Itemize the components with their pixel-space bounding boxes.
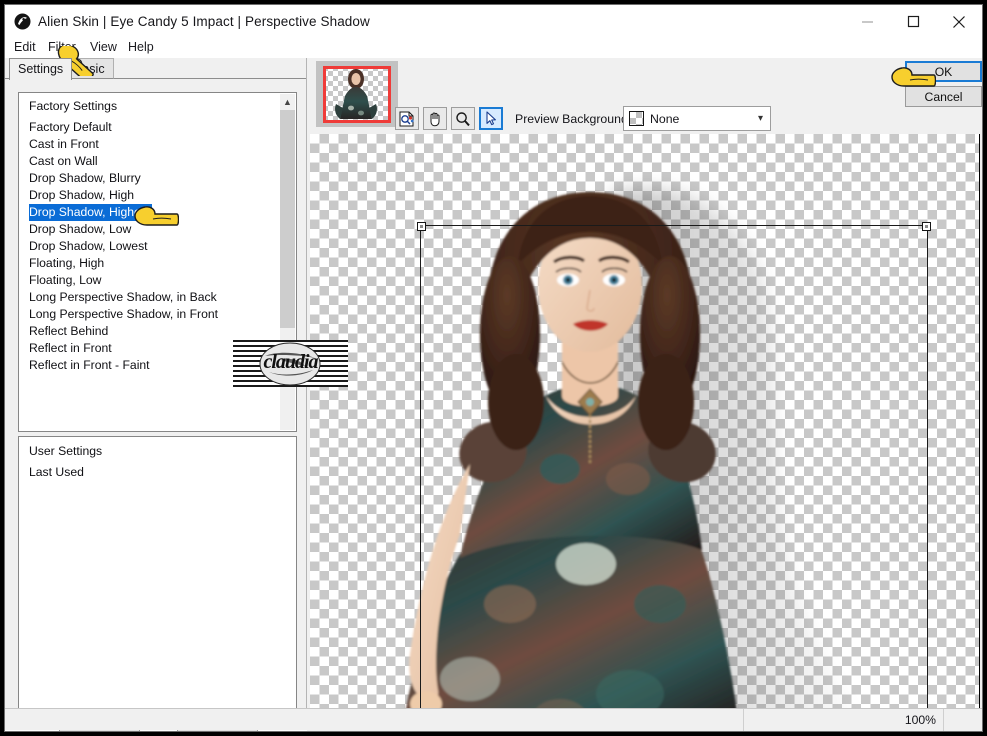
pointing-hand-cursor-ok <box>891 67 936 87</box>
settings-panel: Settings Basic Factory Settings Factory … <box>5 58 307 731</box>
menu-item-edit[interactable]: Edit <box>14 40 36 54</box>
close-button[interactable] <box>936 5 982 38</box>
chevron-down-icon[interactable]: ▾ <box>758 113 763 124</box>
menu-item-help[interactable]: Help <box>128 40 154 54</box>
list-item[interactable]: Long Perspective Shadow, in Front <box>19 306 296 323</box>
checkerboard-swatch <box>629 111 644 126</box>
preview-background-label: Preview Background: <box>515 112 632 126</box>
preview-background-select[interactable]: None ▾ <box>623 106 771 131</box>
list-item[interactable]: Drop Shadow, Lowest <box>19 238 296 255</box>
list-item[interactable]: Reflect Behind <box>19 323 296 340</box>
ok-button-label: OK <box>934 64 953 79</box>
image-canvas[interactable] <box>310 134 980 731</box>
status-divider <box>743 709 744 731</box>
user-settings-list[interactable]: User Settings Last Used <box>18 436 297 718</box>
window-controls <box>844 5 982 38</box>
minimize-button[interactable] <box>844 5 890 38</box>
scrollbar-thumb[interactable] <box>280 110 295 328</box>
tab-settings-label: Settings <box>18 62 64 76</box>
list-item[interactable]: Long Perspective Shadow, in Back <box>19 289 296 306</box>
user-list-group-header: User Settings <box>29 444 103 458</box>
maximize-button[interactable] <box>890 5 936 38</box>
list-group-header: Factory Settings <box>29 99 118 113</box>
zoom-tool-icon[interactable] <box>451 107 475 130</box>
zoom-level: 100% <box>904 713 936 727</box>
list-item[interactable]: Floating, High <box>19 255 296 272</box>
app-icon <box>14 13 31 30</box>
preview-background-value: None <box>650 111 680 126</box>
marquee-handle-top-left[interactable] <box>417 222 426 231</box>
preview-pane: Preview Background: None ▾ 100% <box>307 58 982 731</box>
thumbnail-navigator[interactable] <box>316 61 398 127</box>
status-bar: 100% <box>307 708 982 731</box>
tab-settings[interactable]: Settings <box>9 58 73 80</box>
list-item[interactable]: Cast on Wall <box>19 153 296 170</box>
thumbnail-selection-rect[interactable] <box>323 66 391 123</box>
window-title: Alien Skin | Eye Candy 5 Impact | Perspe… <box>38 14 370 29</box>
preview-toolbar <box>395 106 507 131</box>
list-item[interactable]: Cast in Front <box>19 136 296 153</box>
hand-tool-icon[interactable] <box>423 107 447 130</box>
selection-marquee[interactable] <box>417 222 931 731</box>
panel-status-strip <box>5 708 307 730</box>
watermark-text: claudia <box>263 351 318 373</box>
application-window: Alien Skin | Eye Candy 5 Impact | Perspe… <box>4 4 983 732</box>
title-bar: Alien Skin | Eye Candy 5 Impact | Perspe… <box>5 5 982 38</box>
status-divider <box>943 709 944 731</box>
list-item[interactable]: Drop Shadow, Blurry <box>19 170 296 187</box>
list-item[interactable]: Last Used <box>19 464 296 481</box>
list-item[interactable]: Factory Default <box>19 119 296 136</box>
list-item[interactable]: Floating, Low <box>19 272 296 289</box>
pointing-hand-cursor-list <box>134 206 179 226</box>
image-watermark: claudia <box>233 340 348 387</box>
pointer-tool-icon[interactable] <box>479 107 503 130</box>
marquee-handle-top-right[interactable] <box>922 222 931 231</box>
chevron-up-icon[interactable]: ▲ <box>280 94 295 110</box>
preview-toggle-icon[interactable] <box>395 107 419 130</box>
menu-bar: Edit Filter View Help <box>5 38 982 58</box>
tab-strip: Settings Basic <box>5 58 306 80</box>
